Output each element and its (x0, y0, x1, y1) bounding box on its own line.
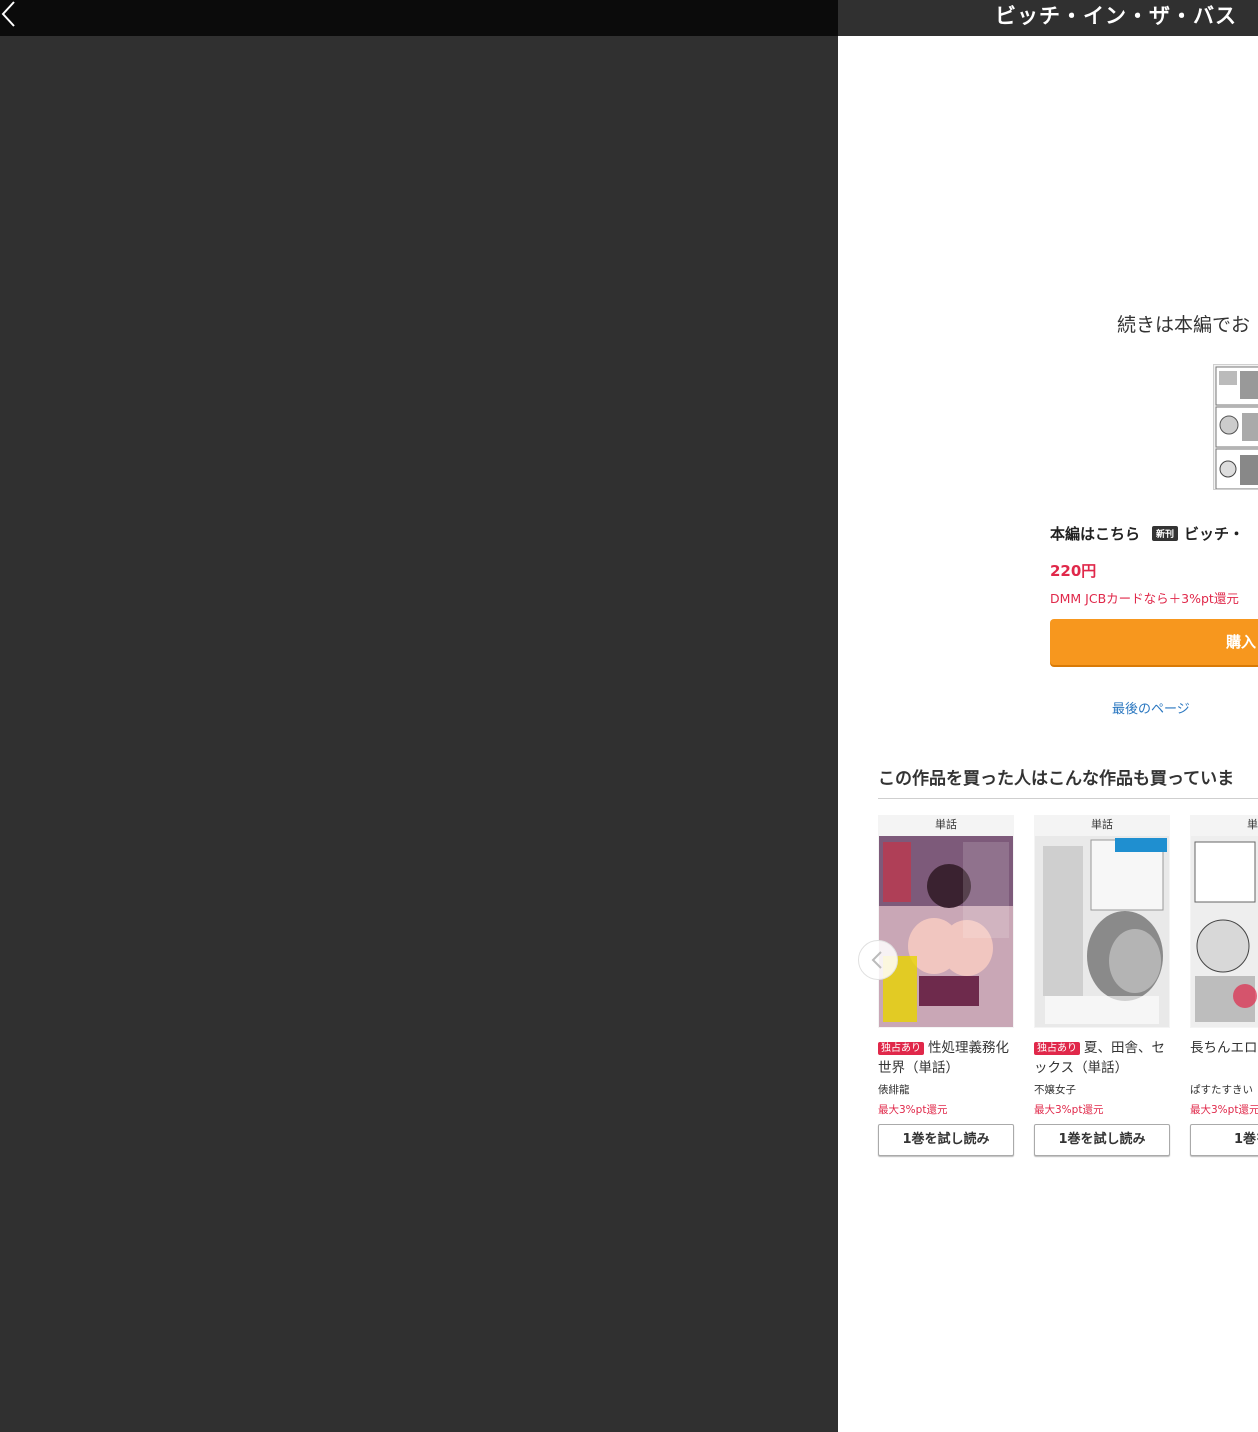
manga-page-art (1215, 366, 1258, 489)
recommendation-card: 単話 長ちんエロかに負けね ぱすたすきい 最大3%pt還元 1巻を試 (1190, 815, 1258, 1156)
cover-art (879, 836, 1013, 1027)
price: 220円 (1050, 562, 1097, 580)
trial-read-button[interactable]: 1巻を試し読み (878, 1124, 1014, 1156)
main-volume-label: 本編はこちら (1050, 525, 1141, 543)
reader-canvas[interactable] (0, 36, 838, 1432)
title-bar: ビッチ・イン・ザ・バス (838, 0, 1258, 36)
card-point-note: DMM JCBカードなら＋3%pt還元 (1050, 591, 1239, 606)
recommendation-card: 単話 独占あり 性処理義務化世界（単話） 俵緋龍 最大3%pt還元 1巻を試し読み (878, 815, 1014, 1156)
cover-art (1191, 836, 1258, 1027)
last-page-link[interactable]: 最後のページ (1112, 698, 1190, 717)
back-button[interactable] (0, 0, 24, 30)
cover-art (1035, 836, 1169, 1027)
item-type-label: 単話 (1034, 815, 1170, 835)
new-release-badge: 新刊 (1152, 526, 1179, 541)
recommendation-title[interactable]: 長ちんエロかに負けね (1190, 1038, 1258, 1078)
author-name[interactable]: 俵緋龍 (878, 1082, 1014, 1096)
recommendation-cover[interactable]: 単話 (1034, 815, 1170, 1028)
recommendation-title[interactable]: 独占あり 性処理義務化世界（単話） (878, 1038, 1014, 1078)
item-type-label: 単話 (1190, 815, 1258, 835)
trial-read-button[interactable]: 1巻を試 (1190, 1124, 1258, 1156)
carousel-prev-button[interactable] (858, 940, 898, 980)
continue-message: 続きは本編でお (1117, 314, 1251, 336)
main-volume-title[interactable]: ビッチ・ (1184, 525, 1244, 543)
chevron-left-icon (1, 1, 15, 27)
main-volume-thumbnail[interactable] (1213, 364, 1258, 490)
recommendation-title[interactable]: 独占あり 夏、田舎、セックス（単話） (1034, 1038, 1170, 1078)
chevron-left-icon (871, 951, 882, 969)
point-return: 最大3%pt還元 (1190, 1104, 1258, 1116)
exclusive-badge: 独占あり (1034, 1042, 1080, 1055)
recommendation-cover[interactable]: 単話 (1190, 815, 1258, 1028)
author-name[interactable]: 不嬢女子 (1034, 1082, 1170, 1096)
point-return: 最大3%pt還元 (1034, 1104, 1104, 1116)
recommendation-cover[interactable]: 単話 (878, 815, 1014, 1028)
divider (878, 798, 1258, 799)
purchase-button[interactable]: 購入 (1050, 619, 1258, 665)
end-of-preview-panel: 続きは本編でお 本編はこちら 新刊 ビッチ・ 220円 DMM JCBカードなら＋3… (838, 36, 1258, 1432)
item-type-label: 単話 (878, 815, 1014, 835)
recommendation-card: 単話 独占あり 夏、田舎、セックス（単話） 不嬢女子 最大3%pt還元 1巻を試し… (1034, 815, 1170, 1156)
point-return: 最大3%pt還元 (878, 1104, 948, 1116)
trial-read-button[interactable]: 1巻を試し読み (1034, 1124, 1170, 1156)
author-name[interactable]: ぱすたすきい (1190, 1082, 1258, 1096)
page-title: ビッチ・イン・ザ・バス (995, 4, 1237, 28)
viewer-top-bar (0, 0, 838, 36)
exclusive-badge: 独占あり (878, 1042, 924, 1055)
recommendation-heading: この作品を買った人はこんな作品も買っていま (878, 769, 1235, 789)
main-volume-row[interactable]: 本編はこちら 新刊 ビッチ・ (1050, 523, 1244, 545)
